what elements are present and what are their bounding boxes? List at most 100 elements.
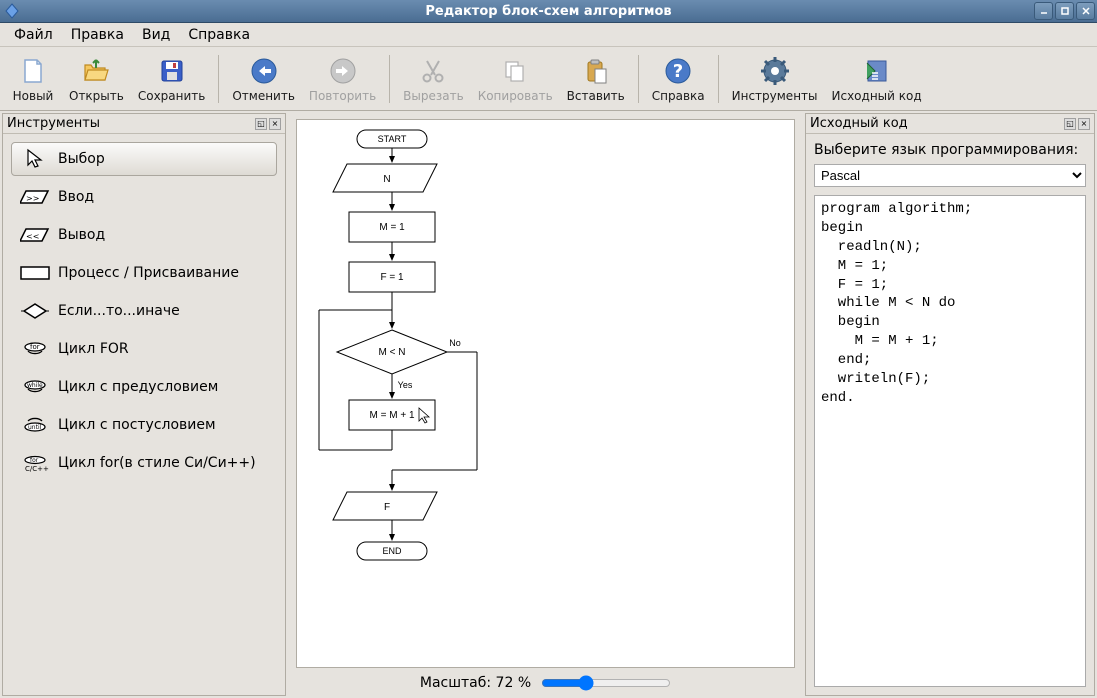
svg-text:while: while (27, 382, 43, 389)
cut-icon (417, 55, 449, 87)
toolbar-new-label: Новый (13, 89, 54, 103)
new-file-icon (17, 55, 49, 87)
open-folder-icon (80, 55, 112, 87)
toolbar-separator (389, 55, 390, 103)
panel-close-button[interactable]: × (269, 118, 281, 130)
save-icon (156, 55, 188, 87)
toolbar-copy[interactable]: Копировать (471, 51, 560, 107)
tools-panel-title: Инструменты (7, 116, 100, 131)
tool-select[interactable]: Выбор (11, 142, 277, 176)
tool-input[interactable]: >> Ввод (11, 180, 277, 214)
toolbar-source[interactable]: Исходный код (825, 51, 929, 107)
toolbar-separator (638, 55, 639, 103)
fc-f1: F = 1 (380, 272, 404, 283)
process-icon (20, 263, 50, 283)
toolbar-undo[interactable]: Отменить (225, 51, 302, 107)
toolbar-tools-label: Инструменты (732, 89, 818, 103)
toolbar-save-label: Сохранить (138, 89, 206, 103)
tool-cfor[interactable]: forC/C++ Цикл for(в стиле Си/Си++) (11, 446, 277, 480)
input-icon: >> (20, 187, 50, 207)
tool-label: Цикл FOR (58, 341, 129, 357)
toolbar-save[interactable]: Сохранить (131, 51, 213, 107)
copy-icon (499, 55, 531, 87)
for-icon: for (20, 339, 50, 359)
minimize-button[interactable] (1034, 2, 1053, 20)
tool-label: Процесс / Присваивание (58, 265, 239, 281)
fc-cond: M < N (379, 347, 406, 358)
zoom-slider[interactable] (541, 675, 671, 691)
fc-no: No (449, 338, 461, 348)
fc-inc: M = M + 1 (369, 410, 414, 421)
redo-icon (327, 55, 359, 87)
svg-text:for: for (30, 343, 40, 351)
zoom-label: Масштаб: 72 % (420, 675, 531, 691)
tool-process[interactable]: Процесс / Присваивание (11, 256, 277, 290)
toolbar-copy-label: Копировать (478, 89, 553, 103)
svg-text:for: for (30, 457, 39, 464)
panel-close-button[interactable]: × (1078, 118, 1090, 130)
toolbar-paste[interactable]: Вставить (560, 51, 632, 107)
language-label: Выберите язык программирования: (814, 142, 1086, 158)
zoom-bar: Масштаб: 72 % (290, 674, 801, 696)
source-code-area[interactable]: program algorithm; begin readln(N); M = … (814, 195, 1086, 687)
menu-edit[interactable]: Правка (63, 25, 132, 45)
toolbar-undo-label: Отменить (232, 89, 295, 103)
panel-undock-button[interactable]: ◱ (1064, 118, 1076, 130)
close-button[interactable] (1076, 2, 1095, 20)
paste-icon (580, 55, 612, 87)
menu-file[interactable]: Файл (6, 25, 61, 45)
svg-text:?: ? (673, 61, 683, 82)
source-panel-body: Выберите язык программирования: Pascal p… (806, 134, 1094, 695)
toolbar-open[interactable]: Открыть (62, 51, 131, 107)
toolbar-cut-label: Вырезать (403, 89, 464, 103)
tool-until[interactable]: until Цикл с постусловием (11, 408, 277, 442)
fc-n: N (383, 174, 390, 185)
window-titlebar: Редактор блок-схем алгоритмов (0, 0, 1097, 23)
source-panel-title: Исходный код (810, 116, 908, 131)
tool-label: Цикл for(в стиле Си/Си++) (58, 455, 256, 471)
while-icon: while (20, 377, 50, 397)
toolbar-cut[interactable]: Вырезать (396, 51, 471, 107)
flowchart-canvas[interactable]: START N M = 1 F = 1 (296, 119, 795, 668)
toolbar-redo-label: Повторить (309, 89, 376, 103)
fc-end: END (382, 546, 402, 556)
tools-panel-header: Инструменты ◱ × (3, 114, 285, 134)
tool-label: Цикл с постусловием (58, 417, 216, 433)
source-panel-header: Исходный код ◱ × (806, 114, 1094, 134)
window-title: Редактор блок-схем алгоритмов (425, 4, 671, 19)
toolbar-help[interactable]: ? Справка (645, 51, 712, 107)
tool-output[interactable]: << Вывод (11, 218, 277, 252)
menubar: Файл Правка Вид Справка (0, 23, 1097, 47)
menu-view[interactable]: Вид (134, 25, 178, 45)
svg-text:until: until (28, 424, 42, 431)
language-select[interactable]: Pascal (814, 164, 1086, 187)
toolbar-open-label: Открыть (69, 89, 124, 103)
toolbar-tools[interactable]: Инструменты (725, 51, 825, 107)
toolbar-separator (218, 55, 219, 103)
tool-for[interactable]: for Цикл FOR (11, 332, 277, 366)
undo-icon (248, 55, 280, 87)
cursor-icon (20, 149, 50, 169)
toolbar-source-label: Исходный код (832, 89, 922, 103)
tool-label: Вывод (58, 227, 105, 243)
menu-help[interactable]: Справка (180, 25, 258, 45)
tool-label: Если...то...иначе (58, 303, 180, 319)
panel-undock-button[interactable]: ◱ (255, 118, 267, 130)
tool-if[interactable]: Если...то...иначе (11, 294, 277, 328)
fc-m1: M = 1 (379, 222, 405, 233)
svg-text:>>: >> (26, 194, 39, 203)
toolbar-redo[interactable]: Повторить (302, 51, 383, 107)
source-code-icon (861, 55, 893, 87)
maximize-button[interactable] (1055, 2, 1074, 20)
source-panel: Исходный код ◱ × Выберите язык программи… (805, 113, 1095, 696)
tools-panel-body: Выбор >> Ввод << Вывод Процесс / Присваи… (3, 134, 285, 695)
main-area: Инструменты ◱ × Выбор >> Ввод << (0, 111, 1097, 698)
gear-icon (759, 55, 791, 87)
toolbar-new[interactable]: Новый (4, 51, 62, 107)
fc-start: START (378, 134, 407, 144)
svg-text:C/C++: C/C++ (25, 465, 49, 472)
svg-text:<<: << (26, 232, 39, 241)
tool-label: Цикл с предусловием (58, 379, 218, 395)
tool-while[interactable]: while Цикл с предусловием (11, 370, 277, 404)
output-icon: << (20, 225, 50, 245)
